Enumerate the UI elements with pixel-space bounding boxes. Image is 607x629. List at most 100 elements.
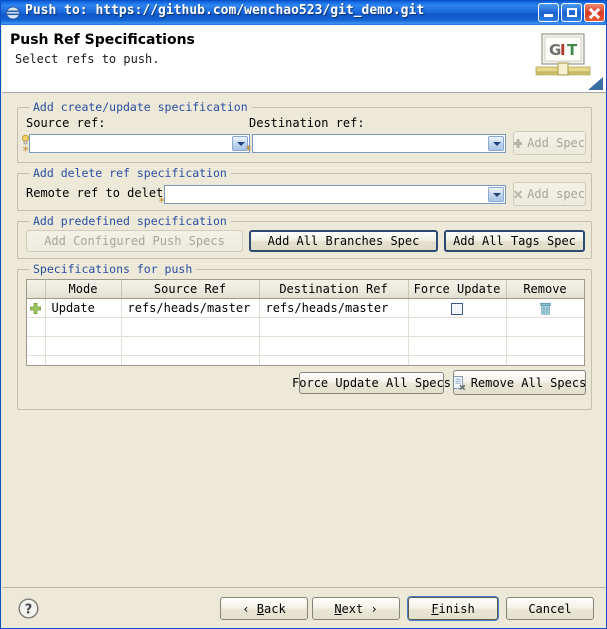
cancel-button-label: Cancel xyxy=(528,601,572,616)
cell xyxy=(408,317,507,337)
predefined-spec-group: Add predefined specification Add Configu… xyxy=(17,214,592,259)
row-remove-cell xyxy=(506,298,584,318)
force-update-all-specs-label: Force Update All Specs xyxy=(292,376,451,390)
help-question-icon[interactable]: ? xyxy=(18,598,39,619)
window-title: Push to: https://github.com/wenchao523/g… xyxy=(25,3,425,18)
next-button[interactable]: Next › xyxy=(312,597,400,620)
header-corner-decoration xyxy=(588,77,603,90)
wizard-header: Push Ref Specifications Select refs to p… xyxy=(2,25,606,93)
source-ref-label: Source ref: xyxy=(26,116,106,130)
specifications-for-push-group: Specifications for push Mode Source Ref … xyxy=(17,262,592,410)
cell xyxy=(408,355,507,365)
finish-button[interactable]: Finish xyxy=(408,597,498,620)
remote-ref-to-delete-label: Remote ref to delete: xyxy=(26,186,178,200)
col-header-mode[interactable]: Mode xyxy=(45,280,122,299)
col-header-destination-ref[interactable]: Destination Ref xyxy=(259,280,409,299)
remote-ref-to-delete-combo[interactable] xyxy=(164,185,506,204)
specs-table-container[interactable]: Mode Source Ref Destination Ref Force Up… xyxy=(26,279,585,366)
plus-icon xyxy=(30,303,42,314)
cell xyxy=(121,355,260,365)
cancel-button[interactable]: Cancel xyxy=(506,597,594,620)
back-button-label: ‹ Back xyxy=(242,601,286,616)
git-banner-logo: G I T xyxy=(535,33,591,76)
cell xyxy=(45,317,122,337)
cell xyxy=(506,355,584,365)
delete-ref-group: Add delete ref specification Remote ref … xyxy=(17,166,592,211)
next-button-label: Next › xyxy=(334,601,378,616)
col-header-force-update[interactable]: Force Update xyxy=(408,280,507,299)
destination-ref-chevron-down-icon[interactable] xyxy=(488,136,504,151)
delete-ref-group-legend: Add delete ref specification xyxy=(29,166,231,180)
destination-ref-combo[interactable] xyxy=(252,134,506,153)
col-header-remove[interactable]: Remove xyxy=(506,280,584,299)
cell xyxy=(259,317,409,337)
page-title: Push Ref Specifications xyxy=(10,32,195,48)
cell xyxy=(259,355,409,365)
specs-table: Mode Source Ref Destination Ref Force Up… xyxy=(27,280,584,365)
source-ref-combo[interactable] xyxy=(29,134,250,153)
cell xyxy=(27,355,46,365)
git-window-icon xyxy=(6,6,20,20)
force-update-checkbox[interactable] xyxy=(451,302,463,315)
window-controls xyxy=(538,3,605,22)
cell xyxy=(45,355,122,365)
row-source-ref: refs/heads/master xyxy=(121,298,260,318)
add-configured-push-specs-label: Add Configured Push Specs xyxy=(44,234,225,248)
cell xyxy=(506,317,584,337)
add-all-tags-spec-label: Add All Tags Spec xyxy=(453,234,576,248)
page-subtitle: Select refs to push. xyxy=(15,52,160,66)
add-configured-push-specs-button[interactable]: Add Configured Push Specs xyxy=(26,230,243,252)
dialog-footer: ? ‹ Back Next › Finish Cancel xyxy=(2,588,606,628)
push-ref-specifications-dialog: Push to: https://github.com/wenchao523/g… xyxy=(0,0,607,629)
dialog-body: Add create/update specification Source r… xyxy=(2,93,606,587)
cell xyxy=(259,336,409,356)
add-all-tags-spec-button[interactable]: Add All Tags Spec xyxy=(444,230,585,252)
cell xyxy=(121,336,260,356)
table-row[interactable]: Update refs/heads/master refs/heads/mast… xyxy=(27,298,584,318)
col-header-icon[interactable] xyxy=(27,280,46,299)
x-mark-icon xyxy=(514,189,523,199)
title-bar: Push to: https://github.com/wenchao523/g… xyxy=(1,1,606,25)
add-delete-spec-button[interactable]: Add spec xyxy=(513,182,586,206)
row-force-update-cell xyxy=(408,298,507,318)
finish-button-label: Finish xyxy=(431,601,475,616)
trash-icon[interactable] xyxy=(539,302,551,315)
add-spec-button[interactable]: Add Spec xyxy=(513,131,586,155)
table-row[interactable] xyxy=(27,336,584,356)
destination-ref-label: Destination ref: xyxy=(249,116,365,130)
close-button[interactable] xyxy=(584,3,605,22)
row-mode: Update xyxy=(45,298,122,318)
add-spec-label: Add Spec xyxy=(527,136,585,150)
predefined-spec-group-legend: Add predefined specification xyxy=(29,214,231,228)
maximize-button[interactable] xyxy=(561,3,582,22)
plus-icon xyxy=(514,138,523,148)
table-row[interactable] xyxy=(27,355,584,365)
cell xyxy=(27,336,46,356)
create-update-group-legend: Add create/update specification xyxy=(29,100,252,114)
svg-text:?: ? xyxy=(25,602,33,617)
remote-ref-chevron-down-icon[interactable] xyxy=(488,187,504,202)
row-destination-ref: refs/heads/master xyxy=(259,298,409,318)
col-header-source-ref[interactable]: Source Ref xyxy=(121,280,260,299)
add-all-branches-spec-label: Add All Branches Spec xyxy=(267,234,420,248)
add-delete-spec-label: Add spec xyxy=(527,187,585,201)
cell xyxy=(45,336,122,356)
remove-all-icon xyxy=(452,375,466,390)
table-row[interactable] xyxy=(27,317,584,337)
back-button[interactable]: ‹ Back xyxy=(220,597,308,620)
create-update-group: Add create/update specification Source r… xyxy=(17,100,592,163)
svg-text:I: I xyxy=(560,41,566,59)
row-mode-icon-cell xyxy=(27,298,46,318)
cell xyxy=(121,317,260,337)
force-update-all-specs-button[interactable]: Force Update All Specs xyxy=(292,372,451,394)
remove-all-specs-button[interactable]: Remove All Specs xyxy=(452,370,587,395)
cell xyxy=(506,336,584,356)
specifications-group-legend: Specifications for push xyxy=(29,262,197,276)
minimize-button[interactable] xyxy=(538,3,559,22)
remove-all-specs-label: Remove All Specs xyxy=(470,375,587,390)
specs-table-header-row: Mode Source Ref Destination Ref Force Up… xyxy=(27,280,584,299)
add-all-branches-spec-button[interactable]: Add All Branches Spec xyxy=(249,230,438,252)
cell xyxy=(408,336,507,356)
cell xyxy=(27,317,46,337)
svg-text:T: T xyxy=(567,41,578,59)
